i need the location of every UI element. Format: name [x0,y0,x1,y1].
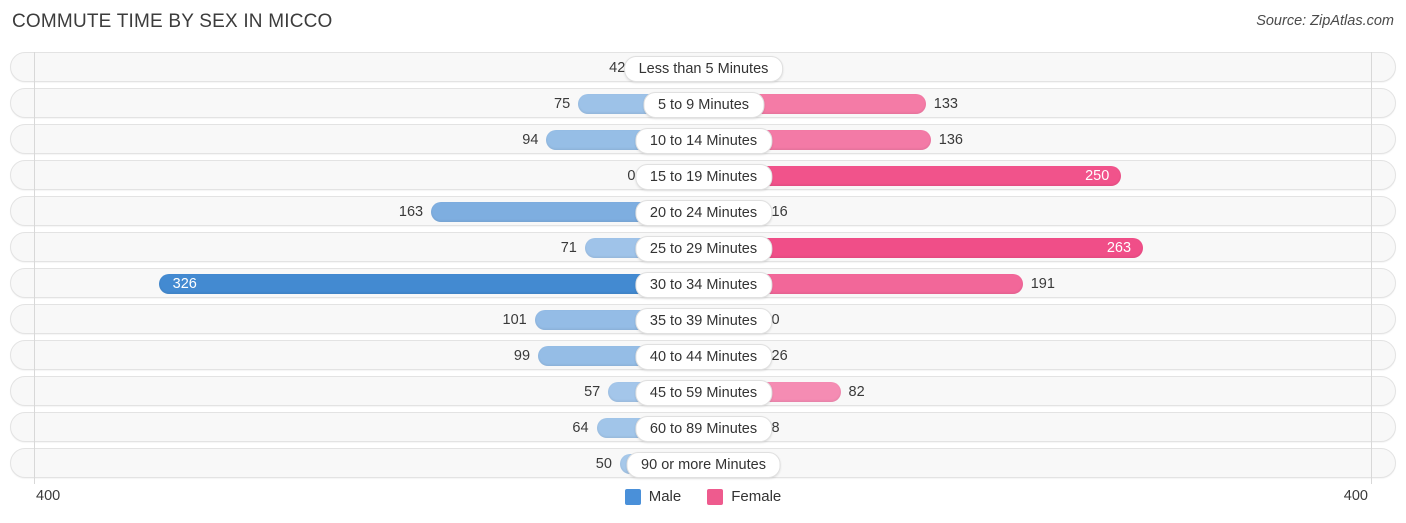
bar-value-male: 50 [595,456,612,472]
table-row: 64 8 60 to 89 Minutes [10,412,1396,442]
category-label: 40 to 44 Minutes [634,344,773,370]
category-label: 10 to 14 Minutes [634,128,773,154]
category-label: 25 to 29 Minutes [634,236,773,262]
bar-value-male: 71 [560,240,577,256]
bar-value-female: 26 [771,348,788,364]
row-bar-area: 0 250 15 to 19 Minutes [35,161,1372,191]
bar-value-male: 75 [554,96,571,112]
bar-value-female: 8 [771,420,780,436]
bar-value-male: 64 [572,420,589,436]
bar-value-female: 250 [1085,168,1110,184]
chart-footer: 400 400 Male Female [0,484,1406,523]
legend-item-female[interactable]: Female [707,488,781,505]
source-attribution: Source: ZipAtlas.com [1256,13,1394,29]
row-bar-area: 64 8 60 to 89 Minutes [35,413,1372,443]
bar-value-female: 0 [771,312,780,328]
category-label: 45 to 59 Minutes [634,380,773,406]
bar-value-female: 133 [933,96,958,112]
table-row: 94 136 10 to 14 Minutes [10,124,1396,154]
bar-value-male: 101 [502,312,527,328]
row-bar-area: 163 16 20 to 24 Minutes [35,197,1372,227]
table-row: 420Less than 5 Minutes [10,52,1396,82]
bar-value-female: 82 [848,384,865,400]
row-bar-area: 57 82 45 to 59 Minutes [35,377,1372,407]
legend-item-male[interactable]: Male [624,488,682,505]
bar-value-female: 191 [1030,276,1055,292]
bar-male[interactable] [158,274,704,294]
plot-area: 420Less than 5 Minutes 75 133 5 to 9 Minute… [10,52,1396,484]
bar-value-male: 99 [513,348,531,364]
bar-value-male: 326 [172,276,197,292]
table-row: 0 250 15 to 19 Minutes [10,160,1396,190]
axis-line-left [34,52,35,484]
row-bar-area: 94 136 10 to 14 Minutes [35,125,1372,155]
row-bar-area: 75 133 5 to 9 Minutes [35,89,1372,119]
bar-value-female: 16 [771,204,788,220]
table-row: 57 82 45 to 59 Minutes [10,376,1396,406]
table-row: 163 16 20 to 24 Minutes [10,196,1396,226]
bar-value-female: 136 [938,132,963,148]
bar-value-male: 57 [584,384,601,400]
bar-value-male: 94 [522,132,539,148]
category-label: 90 or more Minutes [626,452,781,478]
table-row: 326 191 30 to 34 Minutes [10,268,1396,298]
category-label: 35 to 39 Minutes [634,308,773,334]
category-label: 20 to 24 Minutes [634,200,773,226]
row-bar-area: 50090 or more Minutes [35,449,1372,479]
page-title: COMMUTE TIME BY SEX IN MICCO [12,11,333,32]
chart-header: COMMUTE TIME BY SEX IN MICCO Source: Zip… [0,0,1406,46]
category-label: Less than 5 Minutes [623,56,784,82]
legend-label-female: Female [731,488,782,505]
table-row: 101 0 35 to 39 Minutes [10,304,1396,334]
row-bar-area: 326 191 30 to 34 Minutes [35,269,1372,299]
row-bar-area: 99 26 40 to 44 Minutes [35,341,1372,371]
table-row: 75 133 5 to 9 Minutes [10,88,1396,118]
bar-value-female: 263 [1106,240,1132,256]
row-bar-area: 420Less than 5 Minutes [35,53,1372,83]
row-bar-area: 71 263 25 to 29 Minutes [35,233,1372,263]
legend-swatch-female-icon [707,488,724,505]
category-label: 30 to 34 Minutes [634,272,773,298]
row-bar-area: 101 0 35 to 39 Minutes [35,305,1372,335]
category-label: 5 to 9 Minutes [642,92,765,118]
legend-label-male: Male [648,488,682,505]
category-label: 15 to 19 Minutes [634,164,773,190]
table-row: 99 26 40 to 44 Minutes [10,340,1396,370]
legend-swatch-male-icon [624,488,641,505]
category-label: 60 to 89 Minutes [634,416,773,442]
axis-line-right [1371,52,1372,484]
chart-page: COMMUTE TIME BY SEX IN MICCO Source: Zip… [0,0,1406,523]
chart-legend: Male Female [0,488,1406,505]
table-row: 71 263 25 to 29 Minutes [10,232,1396,262]
bar-value-male: 163 [398,204,424,220]
table-row: 50090 or more Minutes [10,448,1396,478]
